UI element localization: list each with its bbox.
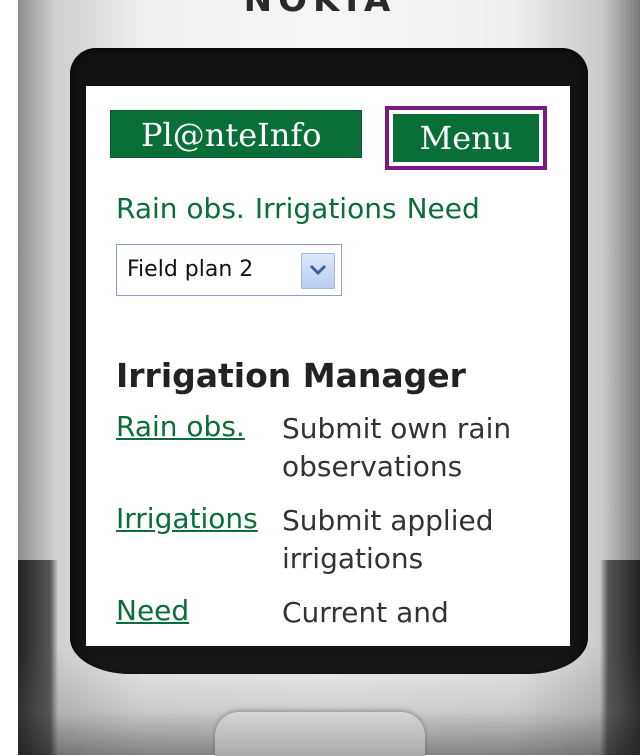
link-irrigations[interactable]: Irrigations [116,502,258,535]
item-description: Current and [282,596,449,629]
quicklink-irrigations[interactable]: Irrigations [255,192,397,225]
quicklink-need[interactable]: Need [407,192,480,225]
menu-button-label: Menu [393,114,539,162]
navigation-key[interactable] [215,712,425,756]
menu-button[interactable]: Menu [385,106,547,170]
link-need[interactable]: Need [116,594,189,627]
field-plan-select[interactable]: Field plan 2 [116,244,342,296]
section-title: Irrigation Manager [116,356,466,395]
chevron-down-icon[interactable] [301,253,335,289]
item-description: Submit applied irrigations [282,504,494,575]
link-rain-obs[interactable]: Rain obs. [116,410,245,443]
item-description: Submit own rain observations [282,412,512,483]
quicklink-rain-obs[interactable]: Rain obs. [116,192,245,225]
phone-screen: Pl@nteInfo Menu Rain obs. Irrigations Need… [86,86,570,646]
planteinfo-logo-button[interactable]: Pl@nteInfo [110,110,362,158]
brand-logo: NOKIA [243,0,397,20]
field-plan-selected: Field plan 2 [127,257,254,282]
quicklinks-bar: Rain obs. Irrigations Need [116,192,490,225]
